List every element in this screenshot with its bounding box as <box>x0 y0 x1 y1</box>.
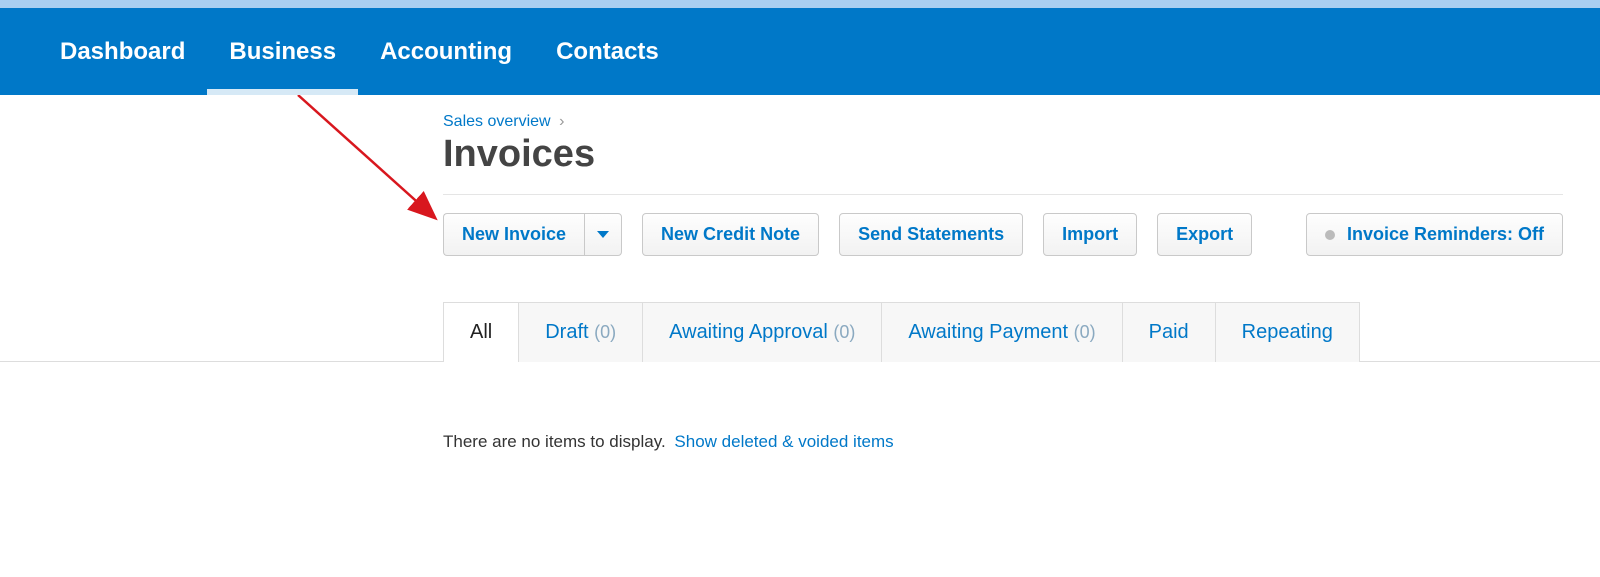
status-dot-icon <box>1325 230 1335 240</box>
new-credit-note-button[interactable]: New Credit Note <box>642 213 819 256</box>
new-invoice-button[interactable]: New Invoice <box>443 213 584 256</box>
breadcrumb: Sales overview › <box>443 113 1563 131</box>
tab-awaiting-payment[interactable]: Awaiting Payment (0) <box>881 302 1122 362</box>
tab-count: (0) <box>1074 322 1096 342</box>
breadcrumb-separator: › <box>559 113 564 130</box>
tab-count: (0) <box>594 322 616 342</box>
import-button[interactable]: Import <box>1043 213 1137 256</box>
page-body: Sales overview › Invoices New Invoice Ne… <box>0 95 1600 452</box>
nav-dashboard[interactable]: Dashboard <box>38 8 207 95</box>
tab-label: All <box>470 321 492 343</box>
invoice-reminders-button[interactable]: Invoice Reminders: Off <box>1306 213 1563 256</box>
tabs-container: All Draft (0) Awaiting Approval (0) Awai… <box>443 302 1563 362</box>
main-nav: Dashboard Business Accounting Contacts <box>0 8 1600 95</box>
divider <box>443 194 1563 195</box>
page-title: Invoices <box>443 133 1563 176</box>
invoice-reminders-label: Invoice Reminders: Off <box>1347 224 1544 245</box>
tab-all[interactable]: All <box>443 302 519 362</box>
nav-business[interactable]: Business <box>207 8 358 95</box>
tab-paid[interactable]: Paid <box>1122 302 1216 362</box>
selection-highlight <box>0 0 1600 8</box>
tab-label: Awaiting Approval <box>669 321 828 343</box>
export-button[interactable]: Export <box>1157 213 1252 256</box>
chevron-down-icon <box>597 231 609 238</box>
new-invoice-group: New Invoice <box>443 213 622 256</box>
tab-label: Paid <box>1149 321 1189 343</box>
nav-contacts[interactable]: Contacts <box>534 8 681 95</box>
breadcrumb-link[interactable]: Sales overview <box>443 113 551 130</box>
tab-awaiting-approval[interactable]: Awaiting Approval (0) <box>642 302 882 362</box>
tab-label: Draft <box>545 321 588 343</box>
empty-state: There are no items to display. Show dele… <box>443 362 1563 452</box>
tab-draft[interactable]: Draft (0) <box>518 302 643 362</box>
nav-accounting[interactable]: Accounting <box>358 8 534 95</box>
tab-count: (0) <box>833 322 855 342</box>
new-invoice-dropdown-button[interactable] <box>584 213 622 256</box>
send-statements-button[interactable]: Send Statements <box>839 213 1023 256</box>
tab-label: Awaiting Payment <box>908 321 1068 343</box>
empty-text: There are no items to display. <box>443 432 666 451</box>
tab-label: Repeating <box>1242 321 1333 343</box>
toolbar: New Invoice New Credit Note Send Stateme… <box>443 213 1563 256</box>
show-deleted-link[interactable]: Show deleted & voided items <box>674 432 893 451</box>
tabs: All Draft (0) Awaiting Approval (0) Awai… <box>443 302 1563 362</box>
tab-repeating[interactable]: Repeating <box>1215 302 1360 362</box>
